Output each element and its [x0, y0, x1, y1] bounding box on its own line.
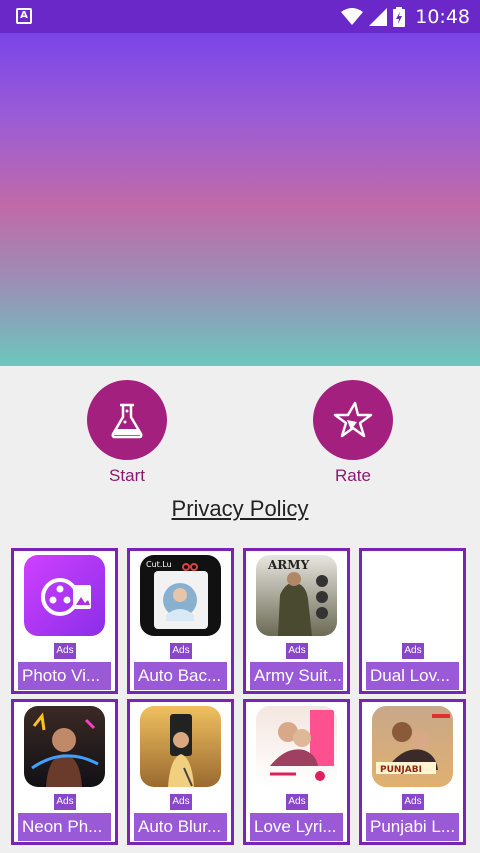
- ad-tile[interactable]: Ads Dual Lov...: [359, 548, 466, 694]
- ad-tile[interactable]: Ads Auto Blur...: [127, 699, 234, 845]
- flask-icon: [111, 403, 143, 439]
- ads-badge: Ads: [54, 643, 76, 659]
- ad-name: Neon Ph...: [18, 813, 111, 841]
- ads-badge: Ads: [170, 643, 192, 659]
- start-circle[interactable]: [87, 380, 167, 460]
- clock-time: 10:48: [415, 6, 470, 28]
- ad-name: Auto Bac...: [134, 662, 227, 690]
- ad-name: Army Suit...: [250, 662, 343, 690]
- wifi-icon: [341, 8, 364, 25]
- ads-badge: Ads: [170, 794, 192, 810]
- ads-badge: Ads: [402, 643, 424, 659]
- video-reel-icon: [24, 555, 105, 636]
- ad-tile[interactable]: PUNJABI Ads Punjabi L...: [359, 699, 466, 845]
- notification-icon: A: [16, 8, 32, 24]
- love-lyrics-icon: [256, 706, 337, 787]
- status-bar: A 10:48: [0, 0, 480, 33]
- blur-photo-icon: [140, 706, 221, 787]
- rate-button[interactable]: Rate: [313, 380, 393, 486]
- star-icon: [333, 401, 373, 438]
- ad-tile[interactable]: Cut.Lu Ads Auto Bac...: [127, 548, 234, 694]
- punjabi-lyrics-icon: PUNJABI: [372, 706, 453, 787]
- ad-tile[interactable]: Ads Photo Vi...: [11, 548, 118, 694]
- ad-name: Photo Vi...: [18, 662, 111, 690]
- ad-name: Love Lyri...: [250, 813, 343, 841]
- punjabi-thumb-text: PUNJABI: [380, 765, 422, 775]
- ads-badge: Ads: [402, 794, 424, 810]
- blank-icon: [372, 555, 453, 636]
- ad-tile[interactable]: ARMY Ads Army Suit...: [243, 548, 350, 694]
- privacy-policy-link[interactable]: Privacy Policy: [172, 496, 309, 521]
- rate-circle[interactable]: [313, 380, 393, 460]
- cut-paste-icon: Cut.Lu: [140, 555, 221, 636]
- neon-photo-icon: [24, 706, 105, 787]
- ads-badge: Ads: [286, 643, 308, 659]
- start-button[interactable]: Start: [87, 380, 167, 486]
- ads-badge: Ads: [54, 794, 76, 810]
- cut-thumb-text: Cut.Lu: [146, 560, 172, 569]
- ad-name: Auto Blur...: [134, 813, 227, 841]
- ads-badge: Ads: [286, 794, 308, 810]
- battery-icon: [393, 7, 406, 27]
- start-label: Start: [109, 466, 145, 485]
- ad-name: Dual Lov...: [366, 662, 459, 690]
- cell-signal-icon: [369, 8, 388, 26]
- ad-name: Punjabi L...: [366, 813, 459, 841]
- hero-banner: [0, 33, 480, 366]
- ad-tile[interactable]: Ads Love Lyri...: [243, 699, 350, 845]
- status-icons: 10:48: [341, 4, 470, 30]
- privacy-policy-row: Privacy Policy: [0, 496, 480, 522]
- army-thumb-text: ARMY: [267, 558, 310, 572]
- ad-tile[interactable]: Ads Neon Ph...: [11, 699, 118, 845]
- army-suit-icon: ARMY: [256, 555, 337, 636]
- rate-label: Rate: [335, 466, 371, 485]
